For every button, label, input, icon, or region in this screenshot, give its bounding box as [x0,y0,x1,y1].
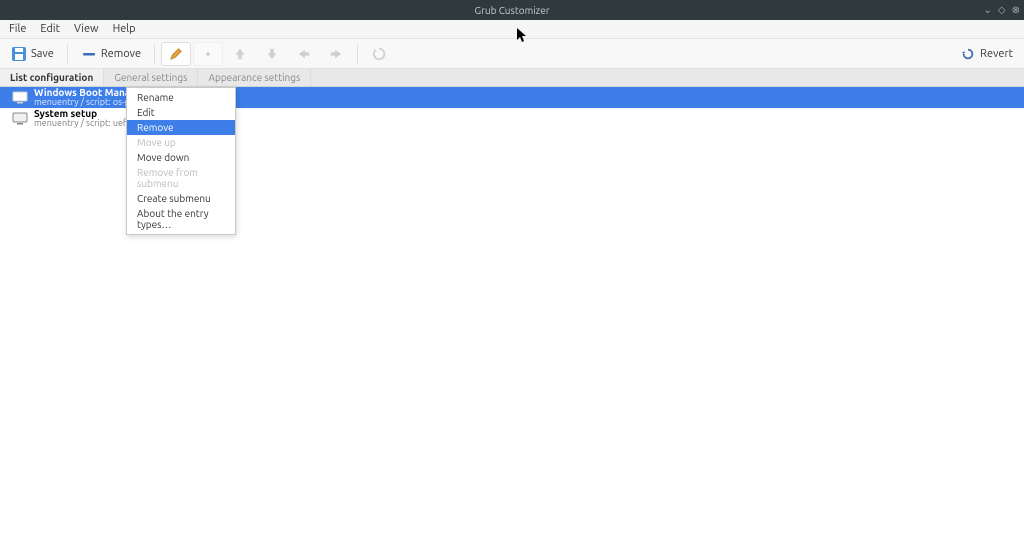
arrow-down-icon [264,46,280,62]
toolbar-separator [67,44,68,64]
ctx-create-submenu[interactable]: Create submenu [127,191,235,206]
menu-help[interactable]: Help [106,21,143,37]
toolbar-separator [357,44,358,64]
ctx-edit[interactable]: Edit [127,105,235,120]
remove-button[interactable]: Remove [74,42,148,66]
minimize-icon[interactable]: ⌄ [984,4,992,16]
menu-edit[interactable]: Edit [33,21,67,37]
arrow-left-icon [296,46,312,62]
tabs: List configuration General settings Appe… [0,69,1024,87]
window-title: Grub Customizer [0,5,1024,16]
arrow-up-icon [232,46,248,62]
arrow-right-icon [328,46,344,62]
save-button[interactable]: Save [4,42,61,66]
ctx-move-down[interactable]: Move down [127,150,235,165]
os-entry-icon [12,110,28,126]
window-controls: ⌄ ◇ ⊗ [984,0,1020,20]
toolbar-separator [154,44,155,64]
ctx-about-entry-types[interactable]: About the entry types… [127,206,235,232]
save-icon [11,46,27,62]
context-menu: Rename Edit Remove Move up Move down Rem… [126,87,236,235]
save-label: Save [31,48,54,60]
tab-general-settings[interactable]: General settings [104,69,198,86]
move-left-button[interactable] [289,42,319,66]
content-area: Windows Boot Manager (on /dev/sdb2) menu… [0,87,1024,548]
revert-button[interactable]: Revert [953,42,1020,66]
move-down-button[interactable] [257,42,287,66]
edit-entry-button[interactable] [161,42,191,66]
pencil-icon [168,46,184,62]
menu-view[interactable]: View [67,21,106,37]
revert-label: Revert [980,48,1013,60]
refresh-button[interactable] [364,42,394,66]
ctx-rename[interactable]: Rename [127,90,235,105]
remove-label: Remove [101,48,141,60]
toolbar: Save Remove [0,39,1024,69]
os-entry-icon [12,89,28,105]
menubar: File Edit View Help [0,20,1024,39]
menu-file[interactable]: File [2,21,33,37]
minus-icon [81,46,97,62]
ctx-remove[interactable]: Remove [127,120,235,135]
ctx-remove-from-submenu: Remove from submenu [127,165,235,191]
revert-icon [960,46,976,62]
tab-appearance-settings[interactable]: Appearance settings [198,69,311,86]
plus-small-icon [200,46,216,62]
move-up-button[interactable] [225,42,255,66]
refresh-icon [371,46,387,62]
ctx-move-up: Move up [127,135,235,150]
titlebar: Grub Customizer ⌄ ◇ ⊗ [0,0,1024,20]
close-icon[interactable]: ⊗ [1012,4,1020,16]
new-entry-button[interactable] [193,42,223,66]
tab-list-configuration[interactable]: List configuration [0,69,104,86]
move-right-button[interactable] [321,42,351,66]
maximize-icon[interactable]: ◇ [998,4,1006,16]
